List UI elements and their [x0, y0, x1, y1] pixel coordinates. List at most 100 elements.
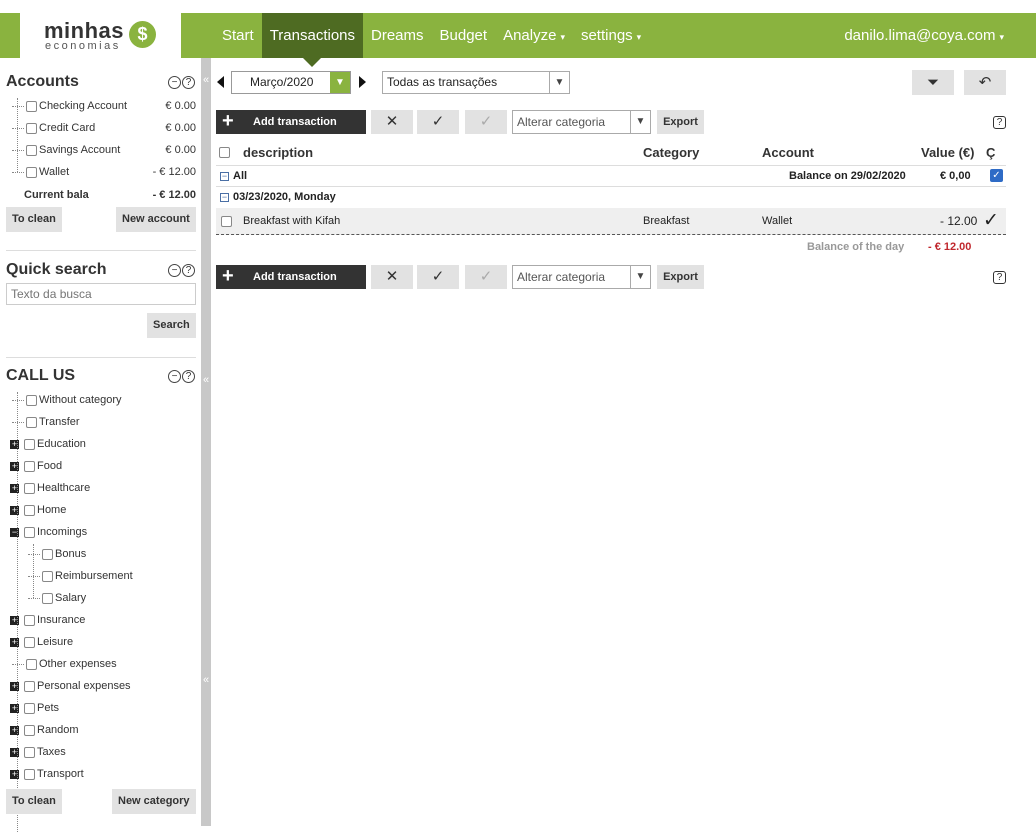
collapse-icon[interactable]: − [168, 264, 181, 277]
category-item[interactable]: Without category [12, 389, 198, 411]
account-checkbox[interactable] [26, 144, 37, 156]
account-item[interactable]: Credit Card € 0.00 [12, 117, 198, 139]
category-item[interactable]: + Personal expenses [10, 675, 198, 697]
header-value[interactable]: Value (€) [921, 145, 974, 160]
confirm-button[interactable]: ✓ [417, 110, 459, 134]
category-item[interactable]: + Healthcare [10, 477, 198, 499]
nav-settings[interactable]: settings ▾ [573, 13, 649, 58]
category-checkbox[interactable] [24, 680, 35, 692]
table-row[interactable]: Breakfast with Kifah Breakfast Wallet - … [216, 208, 1006, 235]
category-item[interactable]: + Random [10, 719, 198, 741]
collapse-date-icon[interactable]: − [220, 193, 229, 202]
category-checkbox[interactable] [24, 526, 35, 538]
nav-dreams[interactable]: Dreams [363, 13, 432, 58]
category-checkbox[interactable] [24, 614, 35, 626]
help-icon[interactable]: ? [993, 271, 1006, 284]
clean-categories-button[interactable]: To clean [6, 789, 62, 814]
transaction-filter-select[interactable]: Todas as transações ▼ [382, 71, 570, 94]
search-button[interactable]: Search [147, 313, 196, 338]
category-item[interactable]: + Pets [10, 697, 198, 719]
collapse-left-icon[interactable]: « [201, 674, 211, 686]
new-account-button[interactable]: New account [116, 207, 196, 232]
category-item[interactable]: + Taxes [10, 741, 198, 763]
next-month-icon[interactable] [359, 76, 366, 88]
category-checkbox[interactable] [24, 746, 35, 758]
double-check-button[interactable]: ✓ [465, 110, 507, 134]
double-check-button[interactable]: ✓ [465, 265, 507, 289]
category-item[interactable]: + Home [10, 499, 198, 521]
export-button[interactable]: Export [657, 265, 704, 289]
collapse-icon[interactable]: − [168, 370, 181, 383]
nav-analyze[interactable]: Analyze ▾ [495, 13, 573, 58]
category-checkbox[interactable] [26, 416, 37, 428]
help-icon[interactable]: ? [182, 264, 195, 277]
category-item[interactable]: + Transport [10, 763, 198, 785]
account-item[interactable]: Wallet - € 12.00 [12, 161, 198, 183]
category-checkbox[interactable] [24, 504, 35, 516]
category-checkbox[interactable] [42, 548, 53, 560]
category-checkbox[interactable] [42, 570, 53, 582]
category-checkbox[interactable] [24, 636, 35, 648]
undo-button[interactable]: ↶ [964, 70, 1006, 95]
category-item[interactable]: Transfer [12, 411, 198, 433]
collapse-left-icon[interactable]: « [201, 374, 211, 386]
category-item[interactable]: + Leisure [10, 631, 198, 653]
category-checkbox[interactable] [42, 592, 53, 604]
account-item[interactable]: Checking Account € 0.00 [12, 95, 198, 117]
change-category-select[interactable]: Alterar categoria ▼ [512, 110, 651, 134]
header-category[interactable]: Category [643, 145, 699, 160]
filter-button[interactable]: ⏷ [912, 70, 954, 95]
checked-checkbox-icon[interactable]: ✓ [990, 169, 1003, 182]
chevron-down-icon[interactable]: ▼ [330, 72, 350, 93]
chevron-down-icon[interactable]: ▼ [630, 111, 650, 133]
new-category-button[interactable]: New category [112, 789, 196, 814]
delete-button[interactable]: ✕ [371, 110, 413, 134]
collapse-all-icon[interactable]: − [220, 172, 229, 181]
category-item[interactable]: Bonus [28, 543, 214, 565]
nav-budget[interactable]: Budget [432, 13, 496, 58]
category-item[interactable]: Other expenses [12, 653, 198, 675]
nav-start[interactable]: Start [214, 13, 262, 58]
delete-button[interactable]: ✕ [371, 265, 413, 289]
user-menu[interactable]: danilo.lima@coya.com ▾ [844, 13, 1004, 60]
category-checkbox[interactable] [24, 460, 35, 472]
collapse-left-icon[interactable]: « [201, 74, 211, 86]
help-icon[interactable]: ? [182, 76, 195, 89]
header-account[interactable]: Account [762, 145, 814, 160]
add-transaction-button[interactable]: + Add transaction [216, 110, 366, 134]
help-icon[interactable]: ? [182, 370, 195, 383]
sidebar-collapse-bar[interactable]: « « « [201, 58, 211, 826]
category-checkbox[interactable] [24, 438, 35, 450]
category-checkbox[interactable] [24, 768, 35, 780]
category-item[interactable]: + Insurance [10, 609, 198, 631]
category-item[interactable]: + Food [10, 455, 198, 477]
prev-month-icon[interactable] [217, 76, 224, 88]
month-select[interactable]: Março/2020 ▼ [231, 71, 351, 94]
row-checkbox[interactable] [221, 216, 232, 227]
account-checkbox[interactable] [26, 166, 37, 178]
app-logo[interactable]: minhas economias $ [20, 13, 181, 58]
category-item[interactable]: Reimbursement [28, 565, 214, 587]
account-checkbox[interactable] [26, 100, 37, 112]
chevron-down-icon[interactable]: ▼ [549, 72, 569, 93]
collapse-icon[interactable]: − [168, 76, 181, 89]
clean-accounts-button[interactable]: To clean [6, 207, 62, 232]
category-checkbox[interactable] [24, 702, 35, 714]
category-checkbox[interactable] [24, 724, 35, 736]
select-all-checkbox[interactable] [219, 147, 230, 158]
header-description[interactable]: description [243, 145, 313, 160]
category-checkbox[interactable] [26, 394, 37, 406]
add-transaction-button[interactable]: + Add transaction [216, 265, 366, 289]
confirm-button[interactable]: ✓ [417, 265, 459, 289]
help-icon[interactable]: ? [993, 116, 1006, 129]
export-button[interactable]: Export [657, 110, 704, 134]
category-checkbox[interactable] [24, 482, 35, 494]
category-item[interactable]: − Incomings [10, 521, 198, 543]
header-c[interactable]: Ç [986, 145, 995, 160]
category-checkbox[interactable] [26, 658, 37, 670]
check-icon[interactable]: ✓ [983, 209, 999, 232]
change-category-select[interactable]: Alterar categoria ▼ [512, 265, 651, 289]
account-checkbox[interactable] [26, 122, 37, 134]
quick-search-input[interactable] [6, 283, 196, 305]
nav-transactions[interactable]: Transactions [261, 13, 363, 67]
